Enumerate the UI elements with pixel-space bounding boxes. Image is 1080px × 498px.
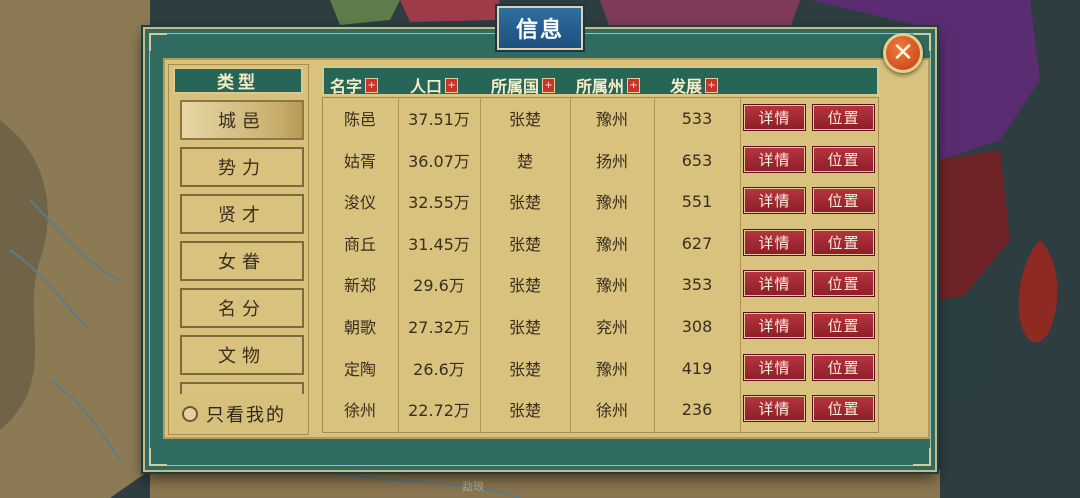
cell-name: 定陶: [343, 360, 376, 379]
column-header-name[interactable]: 名字 +: [330, 73, 379, 97]
cell-name: 朝歌: [343, 318, 376, 337]
cell-development: 533: [681, 108, 713, 128]
cell-development: 353: [681, 274, 713, 294]
cell-population: 37.51万: [408, 110, 470, 129]
detail-button[interactable]: 详情: [744, 396, 805, 421]
detail-button[interactable]: 详情: [744, 105, 805, 130]
cell-name: 陈邑: [343, 110, 376, 129]
only-mine-toggle[interactable]: 只看我的: [170, 396, 307, 432]
dialog-title: 信息: [497, 6, 583, 50]
column-header-population[interactable]: 人口 +: [410, 73, 459, 97]
table-header: 名字 + 人口 + 所属国 + 所属州 + 发展 +: [322, 66, 879, 96]
frame-corner-ornament: [149, 33, 167, 51]
location-button[interactable]: 位置: [813, 147, 874, 172]
detail-button[interactable]: 详情: [744, 355, 805, 380]
category-tab-talent[interactable]: 贤才: [180, 194, 304, 234]
radio-icon[interactable]: [182, 406, 198, 422]
close-icon: ✕: [892, 38, 914, 68]
sort-icon[interactable]: +: [705, 77, 719, 93]
location-button[interactable]: 位置: [813, 396, 874, 421]
cell-name: 商丘: [343, 235, 376, 254]
cell-population: 32.55万: [408, 193, 470, 212]
column-header-province[interactable]: 所属州 +: [576, 73, 641, 97]
cell-population: 36.07万: [408, 152, 470, 171]
cell-province: 豫州: [595, 360, 628, 379]
cell-province: 豫州: [595, 276, 628, 295]
only-mine-label: 只看我的: [206, 405, 286, 426]
category-tab-scroll-hint[interactable]: [180, 382, 304, 394]
map-place-label: 勐琅: [462, 480, 484, 493]
cell-country: 张楚: [508, 276, 541, 295]
column-header-country[interactable]: 所属国 +: [491, 73, 556, 97]
cell-province: 徐州: [595, 401, 628, 420]
cell-province: 豫州: [595, 235, 628, 254]
category-header: 类型: [173, 67, 303, 94]
cell-population: 31.45万: [408, 235, 470, 254]
cell-population: 29.6万: [413, 276, 465, 295]
cell-name: 姑胥: [343, 152, 376, 171]
location-button[interactable]: 位置: [813, 105, 874, 130]
cell-country: 张楚: [508, 318, 541, 337]
cell-population: 27.32万: [408, 318, 470, 337]
cell-province: 兖州: [595, 318, 628, 337]
detail-button[interactable]: 详情: [744, 188, 805, 213]
location-button[interactable]: 位置: [813, 230, 874, 255]
cell-development: 627: [681, 233, 713, 253]
cell-development: 551: [681, 191, 713, 211]
cell-population: 22.72万: [408, 401, 470, 420]
detail-button[interactable]: 详情: [744, 230, 805, 255]
detail-button[interactable]: 详情: [744, 147, 805, 172]
cell-name: 新郑: [343, 276, 376, 295]
category-tab-title[interactable]: 名分: [180, 288, 304, 328]
cell-province: 扬州: [595, 152, 628, 171]
cell-country: 张楚: [508, 110, 541, 129]
location-button[interactable]: 位置: [813, 188, 874, 213]
sort-icon[interactable]: +: [445, 77, 459, 93]
category-tab-faction[interactable]: 势力: [180, 147, 304, 187]
frame-corner-ornament: [149, 448, 167, 466]
location-button[interactable]: 位置: [813, 271, 874, 296]
category-tab-city[interactable]: 城邑: [180, 100, 304, 140]
location-button[interactable]: 位置: [813, 313, 874, 338]
close-button[interactable]: ✕: [883, 33, 923, 73]
cell-country: 张楚: [508, 360, 541, 379]
cell-development: 236: [681, 399, 713, 419]
cell-country: 张楚: [508, 235, 541, 254]
cell-country: 张楚: [508, 401, 541, 420]
cell-development: 419: [681, 358, 713, 378]
frame-corner-ornament: [913, 448, 931, 466]
cell-name: 徐州: [343, 401, 376, 420]
column-header-development[interactable]: 发展 +: [670, 73, 719, 97]
column-divider: [740, 97, 741, 433]
detail-button[interactable]: 详情: [744, 313, 805, 338]
sort-icon[interactable]: +: [542, 77, 556, 93]
cell-name: 浚仪: [343, 193, 376, 212]
cell-province: 豫州: [595, 193, 628, 212]
detail-button[interactable]: 详情: [744, 271, 805, 296]
cell-development: 653: [681, 150, 713, 170]
cell-country: 楚: [516, 152, 533, 171]
sort-icon[interactable]: +: [365, 77, 379, 93]
cell-development: 308: [681, 316, 713, 336]
cell-province: 豫州: [595, 110, 628, 129]
location-button[interactable]: 位置: [813, 355, 874, 380]
cell-population: 26.6万: [413, 360, 465, 379]
cell-country: 张楚: [508, 193, 541, 212]
category-tab-consort[interactable]: 女眷: [180, 241, 304, 281]
category-tab-relic[interactable]: 文物: [180, 335, 304, 375]
sort-icon[interactable]: +: [627, 77, 641, 93]
